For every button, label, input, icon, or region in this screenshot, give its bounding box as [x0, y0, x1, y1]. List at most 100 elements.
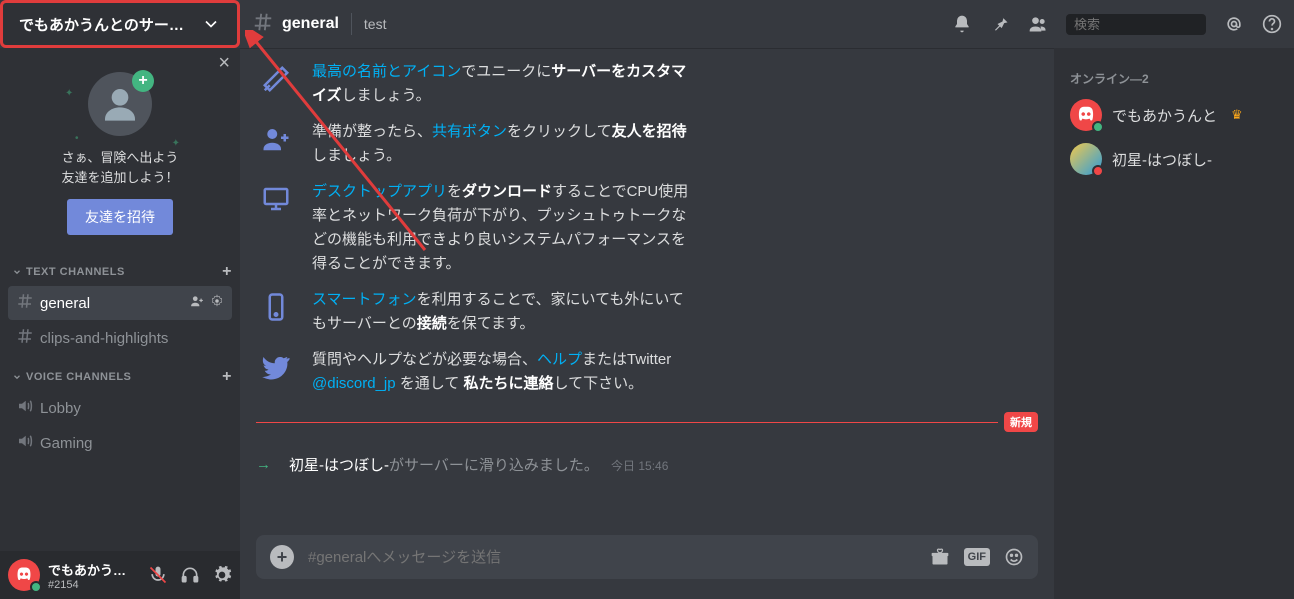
member-item[interactable]: 初星-はつぼし-: [1062, 137, 1286, 181]
twitter-icon: [256, 348, 296, 396]
channel-name: clips-and-highlights: [40, 330, 168, 347]
channel-header: general test: [240, 0, 1294, 48]
welcome-text: 準備が整ったら、共有ボタンをクリックして友人を招待しましょう。: [312, 120, 692, 168]
voice-channel-lobby[interactable]: Lobby: [8, 391, 232, 425]
crown-icon: ♛: [1231, 107, 1243, 123]
sidebar: × ✦ • ✦ + さぁ、冒険へ出よう 友達を追加しよう！ 友達を招待 TEXT…: [0, 48, 240, 599]
add-channel-button[interactable]: +: [222, 368, 232, 386]
category-label: TEXT CHANNELS: [26, 266, 125, 278]
attach-button[interactable]: +: [270, 545, 294, 569]
members-icon[interactable]: [1028, 14, 1048, 34]
invite-text-2: 友達を追加しよう！: [16, 168, 224, 188]
member-name: 初星-はつぼし-: [1112, 149, 1212, 170]
welcome-item: スマートフォンを利用することで、家にいても外にいてもサーバーとの接続を保てます。: [256, 288, 1038, 336]
hash-icon: [16, 292, 34, 314]
message-input[interactable]: [308, 549, 916, 566]
message-composer: + GIF: [256, 535, 1038, 579]
welcome-text: デスクトップアプリをダウンロードすることでCPU使用率とネットワーク負荷が下がり…: [312, 180, 692, 276]
help-icon[interactable]: [1262, 14, 1282, 34]
hash-icon: [252, 11, 274, 38]
members-header: オンライン—2: [1070, 70, 1278, 87]
pin-icon[interactable]: [990, 14, 1010, 34]
bell-icon[interactable]: [952, 14, 972, 34]
channel-topic: test: [364, 16, 387, 32]
welcome-item: 準備が整ったら、共有ボタンをクリックして友人を招待しましょう。: [256, 120, 1038, 168]
channel-name: Gaming: [40, 435, 93, 452]
text-channel-general[interactable]: general: [8, 286, 232, 320]
server-name: でもあかうんとのサー…: [19, 14, 201, 35]
avatar: [1070, 143, 1102, 175]
avatar: [1070, 99, 1102, 131]
link[interactable]: スマートフォン: [312, 291, 417, 308]
voice-channel-gaming[interactable]: Gaming: [8, 426, 232, 460]
current-user-avatar[interactable]: [8, 559, 40, 591]
link[interactable]: 共有ボタン: [432, 123, 507, 140]
server-header[interactable]: でもあかうんとのサー…: [0, 0, 240, 48]
messages-scroll[interactable]: 最高の名前とアイコンでユニークにサーバーをカスタマイズしましょう。準備が整ったら…: [240, 48, 1054, 523]
settings-icon[interactable]: [212, 565, 232, 585]
bold-text: 友人を招待: [612, 123, 687, 140]
plus-badge-icon: +: [132, 70, 154, 92]
text-channel-clips-and-highlights[interactable]: clips-and-highlights: [8, 321, 232, 355]
members-panel: オンライン—2 でもあかうんと ♛ 初星-はつぼし-: [1054, 48, 1294, 599]
mute-icon[interactable]: [148, 565, 168, 585]
addfriend-icon: [256, 120, 296, 168]
divider: [351, 13, 352, 35]
status-online-icon: [30, 581, 42, 593]
invite-text-1: さぁ、冒険へ出よう: [16, 148, 224, 168]
welcome-text: 最高の名前とアイコンでユニークにサーバーをカスタマイズしましょう。: [312, 60, 692, 108]
gif-button[interactable]: GIF: [964, 548, 990, 566]
join-arrow-icon: →: [256, 456, 271, 473]
welcome-text: 質問やヘルプなどが必要な場合、ヘルプまたはTwitter @discord_jp…: [312, 348, 692, 396]
status-icon: [1092, 121, 1104, 133]
link[interactable]: ヘルプ: [537, 351, 582, 368]
voice-channels-category[interactable]: VOICE CHANNELS +: [0, 356, 240, 390]
chevron-down-icon: [12, 372, 22, 382]
search-box[interactable]: [1066, 14, 1206, 35]
status-icon: [1092, 165, 1104, 177]
join-text: がサーバーに滑り込みました。: [389, 457, 599, 474]
invite-panel: × ✦ • ✦ + さぁ、冒険へ出よう 友達を追加しよう！ 友達を招待: [0, 48, 240, 251]
member-name: でもあかうんと: [1112, 105, 1217, 126]
add-channel-button[interactable]: +: [222, 263, 232, 281]
bold-text: ダウンロード: [462, 183, 552, 200]
current-user-name: でもあかう…: [48, 560, 140, 579]
speaker-icon: [16, 397, 34, 419]
channel-name: Lobby: [40, 400, 81, 417]
welcome-item: デスクトップアプリをダウンロードすることでCPU使用率とネットワーク負荷が下がり…: [256, 180, 1038, 276]
invite-friends-button[interactable]: 友達を招待: [67, 199, 173, 235]
member-item[interactable]: でもあかうんと ♛: [1062, 93, 1286, 137]
welcome-text: スマートフォンを利用することで、家にいても外にいてもサーバーとの接続を保てます。: [312, 288, 692, 336]
deafen-icon[interactable]: [180, 565, 200, 585]
channel-name: general: [40, 295, 90, 312]
join-time: 今日 15:46: [611, 459, 668, 473]
chevron-down-icon: [12, 267, 22, 277]
invite-icon[interactable]: [190, 294, 204, 312]
text-channels-category[interactable]: TEXT CHANNELS +: [0, 251, 240, 285]
sparkle-icon: ✦: [65, 88, 73, 99]
channel-title: general: [282, 15, 339, 33]
hash-icon: [16, 327, 34, 349]
bold-text: 私たちに連絡: [464, 375, 554, 392]
gear-icon[interactable]: [210, 294, 224, 312]
emoji-icon[interactable]: [1004, 547, 1024, 567]
pen-icon: [256, 60, 296, 108]
welcome-item: 質問やヘルプなどが必要な場合、ヘルプまたはTwitter @discord_jp…: [256, 348, 1038, 396]
invite-avatar: +: [88, 72, 152, 136]
link[interactable]: @discord_jp: [312, 375, 396, 392]
sparkle-icon: •: [75, 133, 79, 144]
current-user-tag: #2154: [48, 579, 140, 591]
link[interactable]: デスクトップアプリ: [312, 183, 447, 200]
new-messages-divider: 新規: [256, 412, 1038, 432]
join-message: → 初星-はつぼし-がサーバーに滑り込みました。 今日 15:46: [256, 448, 1038, 481]
gift-icon[interactable]: [930, 547, 950, 567]
desktop-icon: [256, 180, 296, 276]
chevron-down-icon: [201, 14, 221, 34]
join-user-name[interactable]: 初星-はつぼし-: [289, 457, 389, 474]
bold-text: 接続: [417, 315, 447, 332]
link[interactable]: 最高の名前とアイコン: [312, 63, 461, 80]
mentions-icon[interactable]: [1224, 14, 1244, 34]
close-icon[interactable]: ×: [218, 52, 230, 75]
category-label: VOICE CHANNELS: [26, 371, 131, 383]
chat-area: 最高の名前とアイコンでユニークにサーバーをカスタマイズしましょう。準備が整ったら…: [240, 48, 1054, 599]
